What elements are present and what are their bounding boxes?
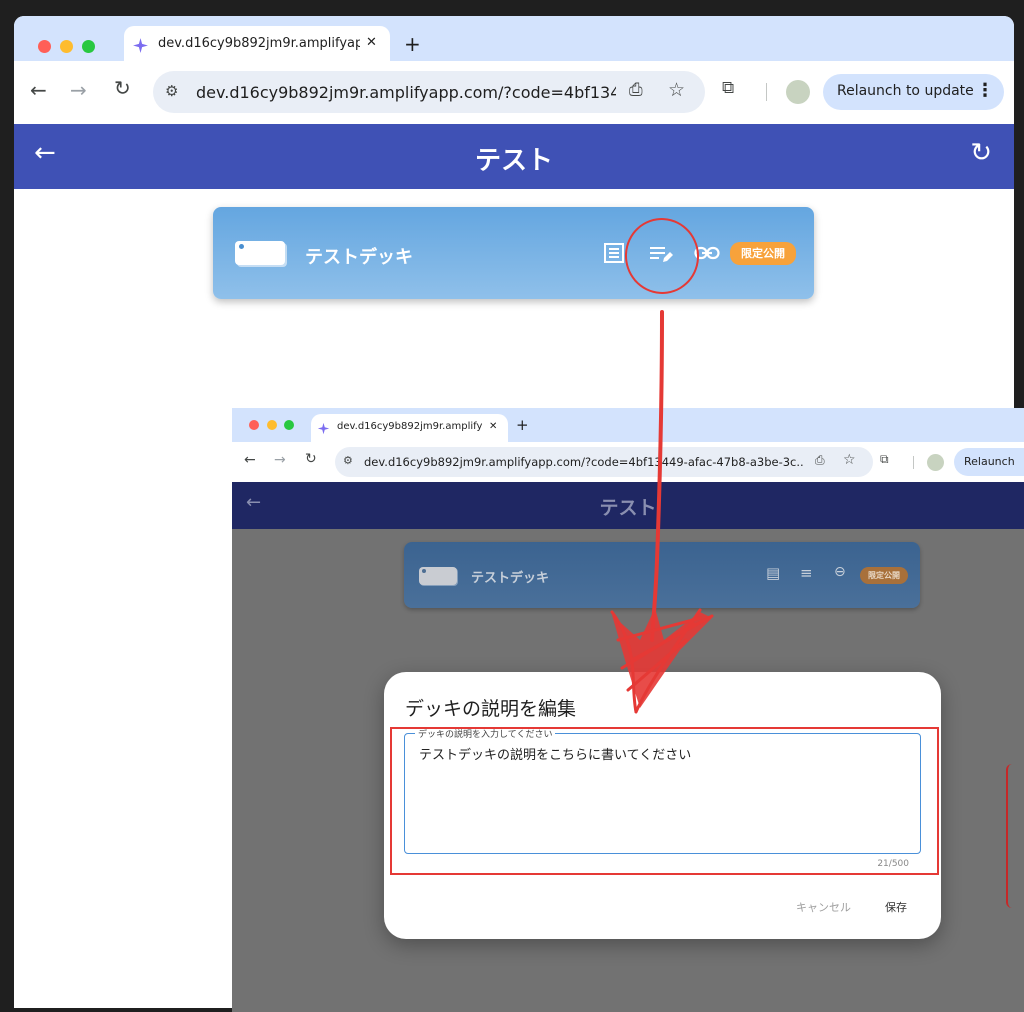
annotation-arrow	[610, 310, 714, 714]
